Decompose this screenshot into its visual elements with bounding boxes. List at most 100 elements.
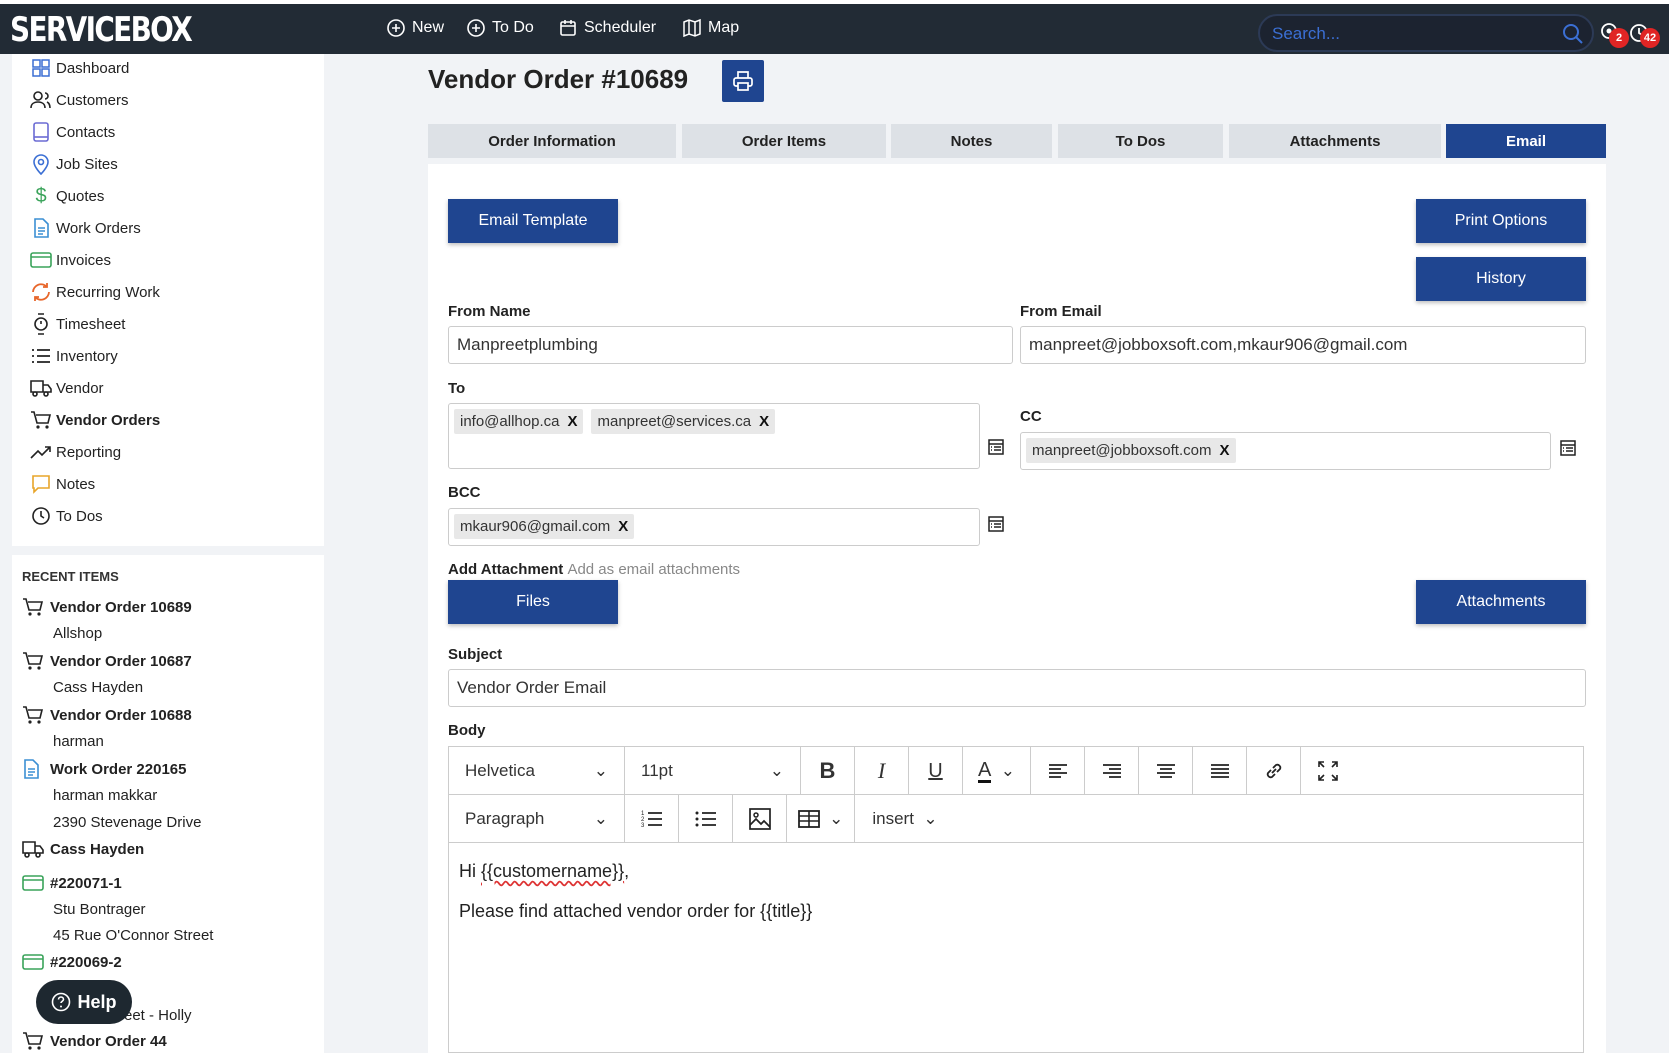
recent-item-sub[interactable]: Stu Bontrager [53,897,146,921]
attachments-button[interactable]: Attachments [1416,580,1586,624]
image-icon[interactable] [733,795,787,843]
sidebar-item-work-orders[interactable]: Work Orders [30,214,141,242]
nav-todo-button[interactable]: To Do [466,18,534,38]
sidebar-item-label: Work Orders [56,219,141,237]
ordered-list-icon[interactable]: 123 [625,795,679,843]
cc-field[interactable]: manpreet@jobboxsoft.com X [1020,432,1551,470]
recent-item-sub[interactable]: Cass Hayden [53,675,143,699]
recent-item[interactable]: Vendor Order 10688 [22,703,192,727]
sidebar-item-recurring-work[interactable]: Recurring Work [30,278,160,306]
justify-icon[interactable] [1193,747,1247,795]
table-icon[interactable]: ⌄ [787,795,855,843]
address-book-icon[interactable] [988,515,1006,533]
remove-tag-icon[interactable]: X [618,518,628,535]
recent-item[interactable]: #220069-2 [22,950,122,974]
recent-item[interactable]: #220071-1 [22,871,122,895]
tab-order-information[interactable]: Order Information [428,124,676,158]
fullscreen-icon[interactable] [1301,747,1355,795]
bcc-field[interactable]: mkaur906@gmail.com X [448,508,980,546]
from-name-field[interactable]: Manpreetplumbing [448,326,1013,364]
search-icon[interactable] [1562,23,1584,45]
insert-menu[interactable]: insert ⌄ [855,795,955,843]
recent-item[interactable]: Vendor Order 10687 [22,649,192,673]
sidebar-item-inventory[interactable]: Inventory [30,342,118,370]
app-logo[interactable]: SERVICEBOX [10,10,193,50]
list-icon [32,349,50,363]
address-book-icon[interactable] [988,438,1006,456]
font-size-select[interactable]: 11pt ⌄ [625,747,801,795]
font-family-select[interactable]: Helvetica ⌄ [449,747,625,795]
remove-tag-icon[interactable]: X [759,413,769,430]
email-template-button[interactable]: Email Template [448,199,618,243]
remove-tag-icon[interactable]: X [1219,442,1229,459]
link-icon[interactable] [1247,747,1301,795]
sidebar-item-customers[interactable]: Customers [30,86,129,114]
recent-item[interactable]: Work Order 220165 [22,757,186,781]
nav-scheduler-button[interactable]: Scheduler [558,18,656,38]
add-attachment-title: Add Attachment [448,561,564,578]
recent-item[interactable]: Vendor Order 10689 [22,595,192,619]
add-attachment-label: Add Attachment Add as email attachments [448,561,740,578]
files-button[interactable]: Files [448,580,618,624]
address-book-icon[interactable] [1560,439,1578,457]
search-box[interactable] [1258,14,1594,52]
card-icon [30,252,52,268]
sidebar-item-vendor[interactable]: Vendor [30,374,104,402]
help-button[interactable]: Help [36,980,132,1024]
search-input[interactable] [1260,16,1540,52]
subject-field[interactable]: Vendor Order Email [448,669,1586,707]
sidebar-item-notes[interactable]: Notes [30,470,95,498]
underline-icon[interactable]: U [909,747,963,795]
bullet-list-icon[interactable] [679,795,733,843]
body-line-message[interactable]: Please find attached vendor order for {{… [459,901,812,922]
align-right-icon[interactable] [1085,747,1139,795]
block-format-select[interactable]: Paragraph ⌄ [449,795,625,843]
recent-item-sub[interactable]: harman makkar [53,783,157,807]
to-field[interactable]: info@allhop.ca X manpreet@services.ca X [448,403,980,469]
recent-item-sub[interactable]: 2390 Stevenage Drive [53,810,201,834]
recipient-tag: mkaur906@gmail.com X [454,514,635,539]
recent-item[interactable]: Vendor Order 44 [22,1029,167,1053]
recent-item-sub[interactable]: 45 Rue O'Connor Street [53,923,213,947]
recent-item-sub[interactable]: Allshop [53,621,102,645]
recent-item[interactable]: Cass Hayden [22,837,144,861]
sidebar-item-quotes[interactable]: $ Quotes [30,182,104,210]
dollar-icon: $ [35,184,47,207]
sidebar-item-job-sites[interactable]: Job Sites [30,150,118,178]
sidebar-item-dashboard[interactable]: Dashboard [30,54,129,82]
italic-icon[interactable]: I [855,747,909,795]
align-left-icon[interactable] [1031,747,1085,795]
subject-label: Subject [448,646,503,663]
body-line-greeting[interactable]: Hi {{customername}}, [459,861,629,882]
history-button[interactable]: History [1416,257,1586,301]
to-label: To [448,380,466,397]
nav-new-button[interactable]: New [386,18,444,38]
sidebar-item-vendor-orders[interactable]: Vendor Orders [30,406,160,434]
recent-item-sub[interactable]: harman [53,729,104,753]
document-icon [34,218,49,238]
recipient-email: manpreet@services.ca [597,413,752,430]
tab-notes[interactable]: Notes [891,124,1052,158]
recent-item-sub[interactable]: eet - Holly [124,1003,192,1027]
print-options-button[interactable]: Print Options [1416,199,1586,243]
print-button[interactable] [722,60,764,102]
from-email-field[interactable]: manpreet@jobboxsoft.com,mkaur906@gmail.c… [1020,326,1586,364]
sidebar-item-reporting[interactable]: Reporting [30,438,121,466]
nav-todo-label: To Do [492,19,534,36]
sidebar-item-contacts[interactable]: Contacts [30,118,115,146]
sidebar-item-to-dos[interactable]: To Dos [30,502,103,530]
nav-map-button[interactable]: Map [682,18,739,38]
sidebar-item-invoices[interactable]: Invoices [30,246,111,274]
tab-attachments[interactable]: Attachments [1229,124,1441,158]
text-color-icon[interactable]: A ⌄ [963,747,1031,795]
svg-text:3: 3 [641,823,645,829]
sidebar-item-timesheet[interactable]: Timesheet [30,310,125,338]
location-pin-icon [33,154,49,175]
tab-to-dos[interactable]: To Dos [1058,124,1223,158]
tab-order-items[interactable]: Order Items [682,124,886,158]
remove-tag-icon[interactable]: X [567,413,577,430]
tab-email[interactable]: Email [1446,124,1606,158]
align-center-icon[interactable] [1139,747,1193,795]
bold-icon[interactable]: B [801,747,855,795]
cc-label: CC [1020,408,1042,425]
